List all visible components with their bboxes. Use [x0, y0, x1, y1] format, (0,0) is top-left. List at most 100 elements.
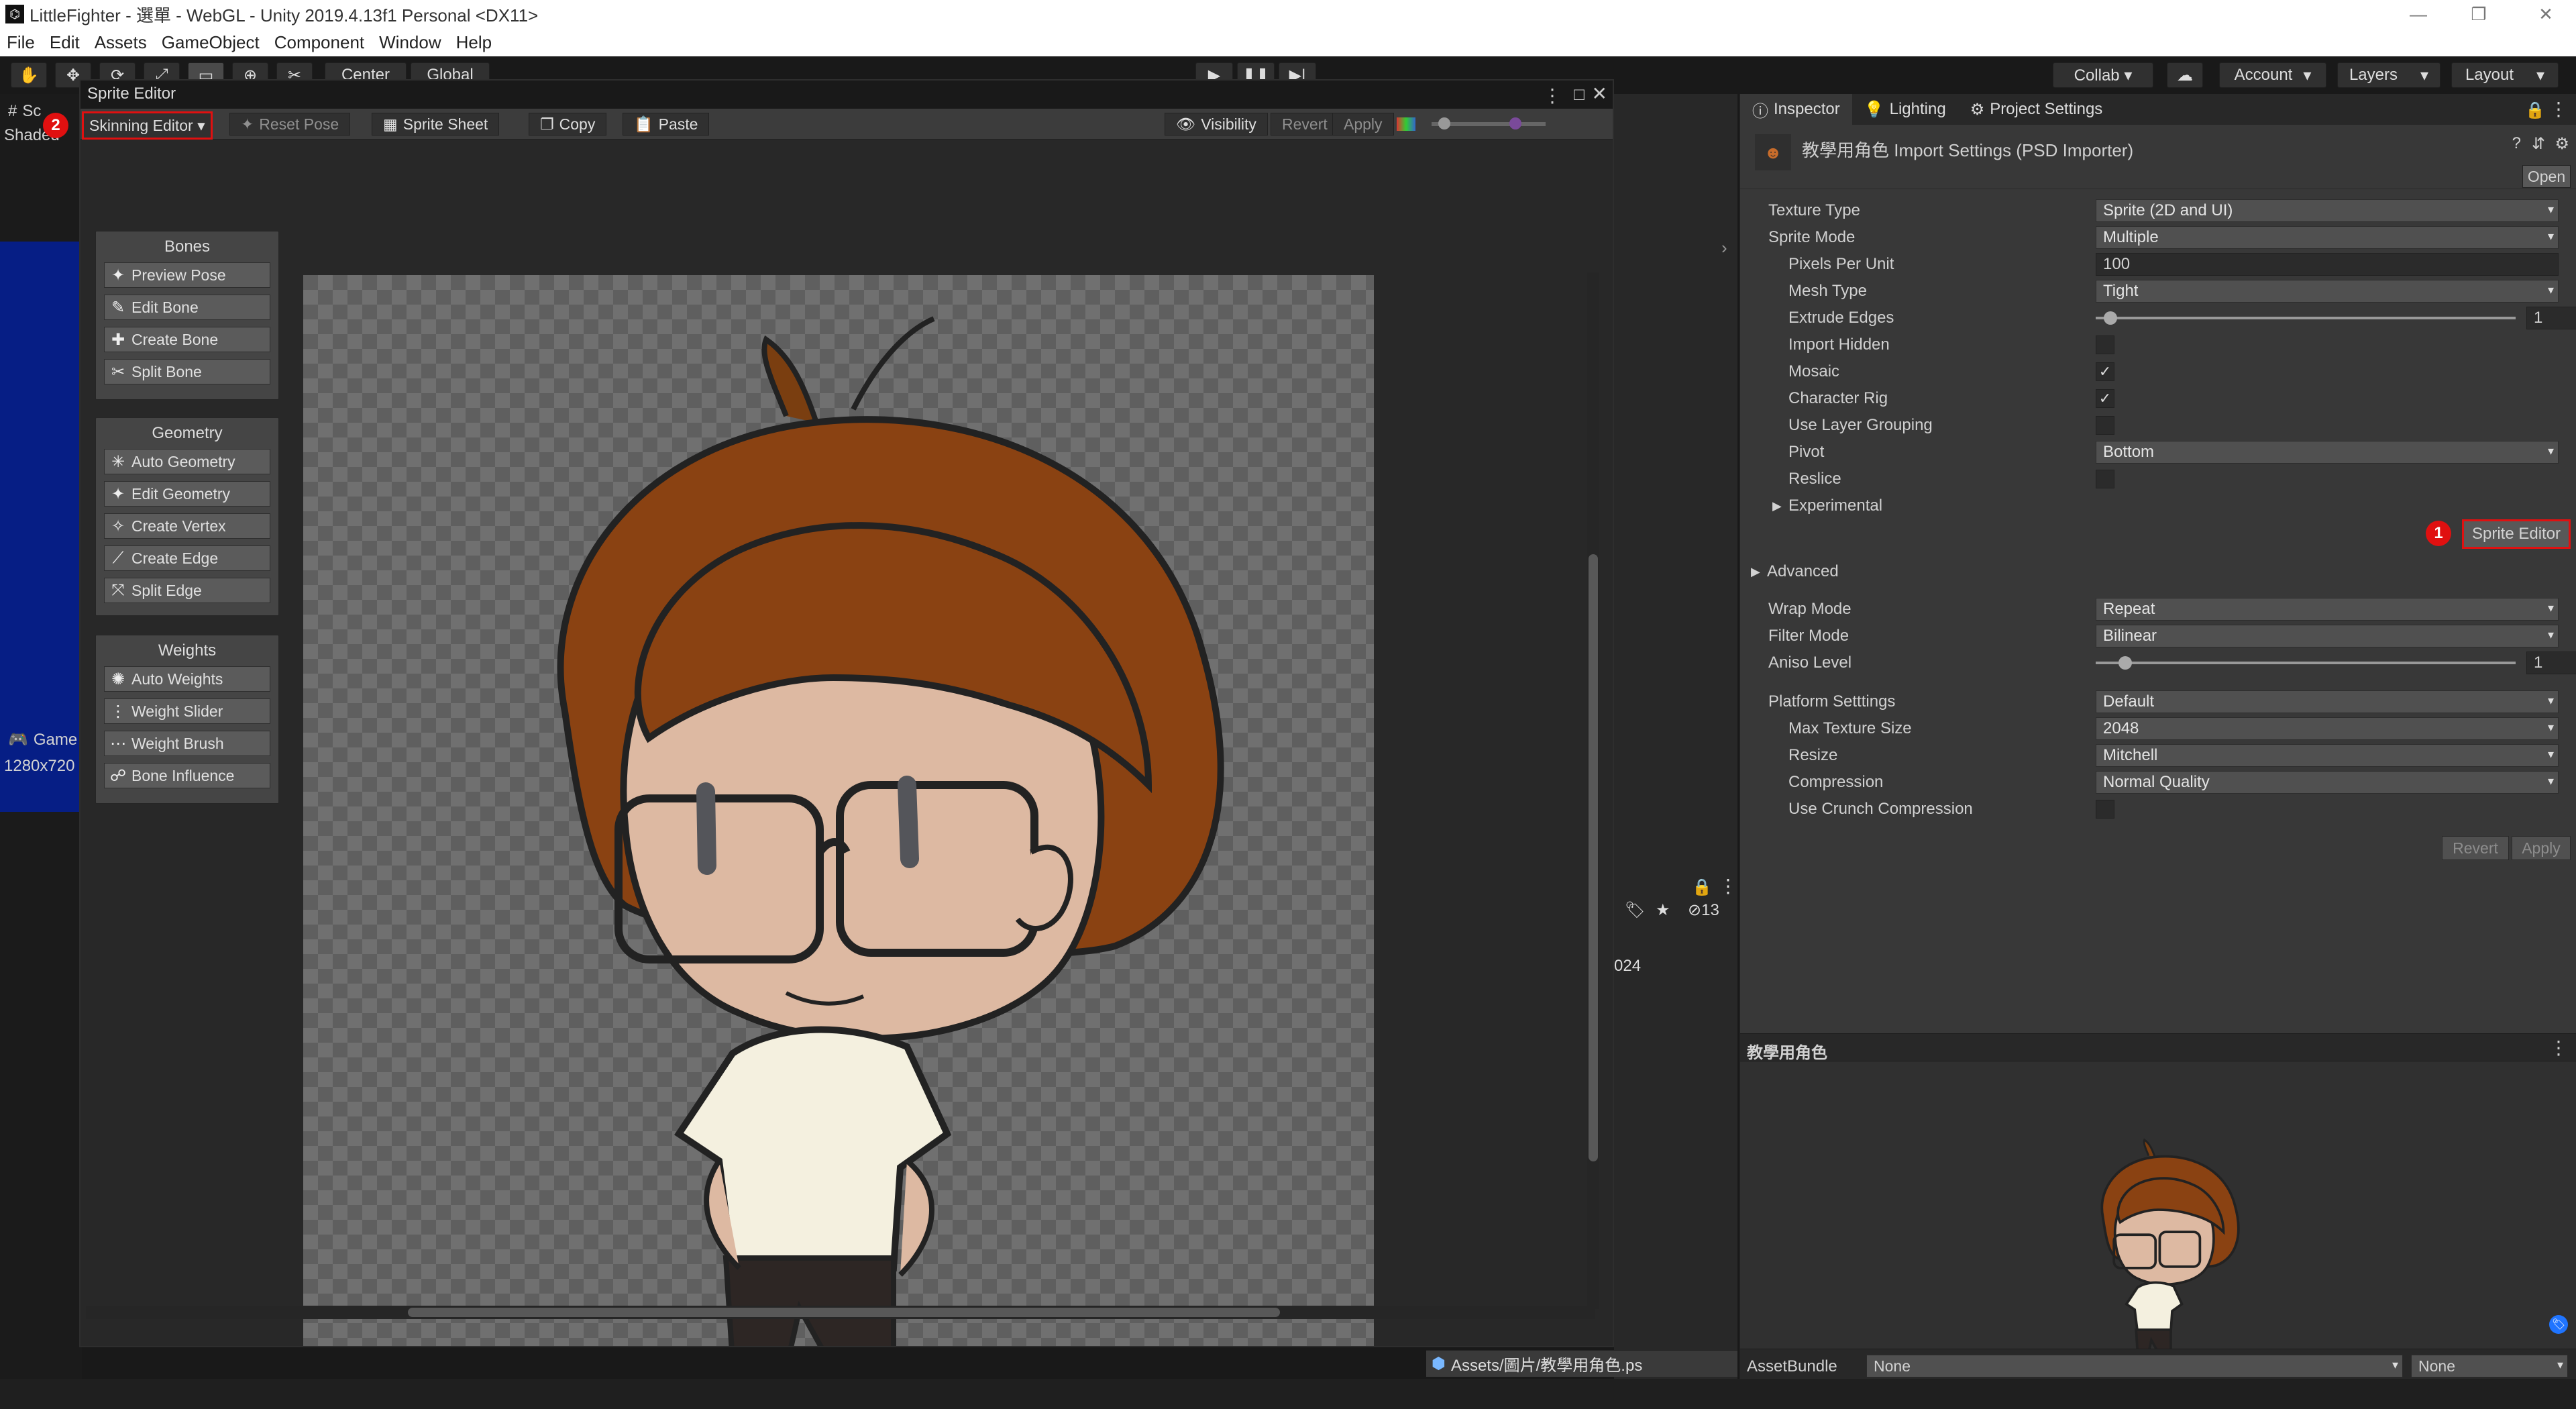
sprite-mode-dropdown[interactable]: Multiple ▾: [2096, 226, 2559, 249]
tab-lighting[interactable]: 💡 Lighting: [1852, 94, 1958, 125]
visibility-button[interactable]: 👁 Visibility: [1165, 113, 1268, 136]
menu-window[interactable]: Window: [379, 32, 441, 53]
close-window-icon[interactable]: ✕: [1592, 83, 1607, 105]
collab-dropdown[interactable]: Collab ▾: [2053, 62, 2153, 88]
horizontal-scrollbar-thumb[interactable]: [408, 1308, 1280, 1317]
close-button[interactable]: ✕: [2522, 3, 2569, 25]
auto-geometry-button[interactable]: ✳ Auto Geometry: [104, 449, 270, 474]
pivot-dropdown[interactable]: Bottom ▾: [2096, 441, 2559, 464]
inspector-more-icon[interactable]: ⋮: [2549, 98, 2568, 120]
mosaic-checkbox[interactable]: ✓: [2096, 362, 2114, 381]
edit-geometry-button[interactable]: ✦ Edit Geometry: [104, 481, 270, 507]
game-tab[interactable]: 🎮 Game: [8, 730, 77, 749]
slider-knob[interactable]: [2104, 311, 2117, 325]
split-edge-button[interactable]: ⤧ Split Edge: [104, 578, 270, 603]
horizontal-scrollbar[interactable]: [86, 1306, 1595, 1319]
more-icon[interactable]: ⋮: [1719, 875, 1737, 897]
cloud-button[interactable]: ☁: [2167, 62, 2203, 88]
layers-dropdown[interactable]: Layers ▾: [2337, 62, 2440, 88]
slider-knob[interactable]: [2118, 656, 2132, 670]
tag-icon[interactable]: 🏷: [1625, 900, 1645, 920]
star-icon[interactable]: ★: [1656, 900, 1670, 920]
pixels-per-unit-input[interactable]: 100: [2096, 253, 2559, 276]
assetbundle-dropdown[interactable]: None ▾: [1866, 1355, 2403, 1377]
bone-influence-button[interactable]: ☍ Bone Influence: [104, 763, 270, 788]
auto-weights-button[interactable]: ✺ Auto Weights: [104, 666, 270, 692]
platform-settings-dropdown[interactable]: Default ▾: [2096, 690, 2559, 713]
transparent-checker-background[interactable]: [303, 275, 1374, 1372]
compression-dropdown[interactable]: Normal Quality ▾: [2096, 771, 2559, 794]
aniso-level-slider[interactable]: 1: [2096, 651, 2576, 674]
revert-settings-button[interactable]: Revert: [2442, 836, 2509, 860]
chevron-right-icon[interactable]: ›: [1721, 238, 1727, 258]
menu-help[interactable]: Help: [456, 32, 492, 53]
lock-icon[interactable]: 🔒: [1692, 878, 1712, 897]
tab-project-settings[interactable]: ⚙ Project Settings: [1958, 94, 2115, 125]
scene-view[interactable]: [0, 242, 82, 812]
open-button[interactable]: Open: [2522, 165, 2571, 188]
sprite-editor-window: Sprite Editor ⋮ □ ✕ 2 Skinning Editor ▾ …: [43, 79, 1614, 1372]
use-crunch-compression-checkbox[interactable]: [2096, 800, 2114, 819]
layout-dropdown[interactable]: Layout ▾: [2451, 62, 2559, 88]
texture-type-dropdown[interactable]: Sprite (2D and UI) ▾: [2096, 199, 2559, 222]
edit-bone-button[interactable]: ✎ Edit Bone: [104, 295, 270, 320]
reslice-checkbox[interactable]: [2096, 470, 2114, 488]
experimental-row[interactable]: ▶ Experimental: [1768, 494, 2564, 518]
preset-icon[interactable]: ⇵: [2532, 134, 2545, 154]
menu-edit[interactable]: Edit: [50, 32, 80, 53]
reset-pose-button[interactable]: ✦ Reset Pose: [229, 113, 351, 136]
asset-label-icon[interactable]: 🏷: [2549, 1315, 2568, 1334]
zoom-slider-knob[interactable]: [1438, 117, 1450, 129]
minimize-button[interactable]: —: [2395, 3, 2442, 25]
color-channel-button[interactable]: [1397, 117, 1415, 131]
vertical-scrollbar[interactable]: [1587, 272, 1599, 1309]
menu-assets[interactable]: Assets: [95, 32, 147, 53]
inspector-lock-icon[interactable]: 🔒: [2525, 101, 2545, 120]
apply-settings-button[interactable]: Apply: [2512, 836, 2571, 860]
resize-dropdown[interactable]: Mitchell ▾: [2096, 744, 2559, 767]
filter-mode-dropdown[interactable]: Bilinear ▾: [2096, 625, 2559, 647]
window-menu-icon[interactable]: ⋮: [1543, 85, 1562, 107]
tab-inspector[interactable]: ⓘ Inspector: [1740, 94, 1852, 125]
split-bone-button[interactable]: ✂ Split Bone: [104, 359, 270, 384]
create-edge-button[interactable]: ⟋ Create Edge: [104, 545, 270, 571]
sprite-canvas-area[interactable]: Bones ✦ Preview Pose ✎ Edit Bone ✚ Create B…: [80, 140, 1603, 1372]
assetbundle-variant-dropdown[interactable]: None ▾: [2411, 1355, 2568, 1377]
sprite-editor-button[interactable]: Sprite Editor: [2462, 519, 2571, 549]
maximize-icon[interactable]: □: [1574, 84, 1585, 105]
weight-slider-button[interactable]: ⋮ Weight Slider: [104, 698, 270, 724]
mipmap-slider-knob[interactable]: [1509, 117, 1521, 129]
wrap-mode-dropdown[interactable]: Repeat ▾: [2096, 598, 2559, 621]
scene-tab[interactable]: # Sc: [8, 102, 41, 121]
sprite-editor-tab[interactable]: Sprite Editor: [87, 85, 176, 103]
paste-button[interactable]: 📋 Paste: [623, 113, 710, 136]
restore-button[interactable]: ❐: [2455, 3, 2502, 25]
menu-file[interactable]: File: [7, 32, 35, 53]
extrude-edges-value[interactable]: 1: [2526, 307, 2576, 329]
menu-component[interactable]: Component: [274, 32, 364, 53]
account-dropdown[interactable]: Account ▾: [2219, 62, 2326, 88]
weight-brush-button[interactable]: ⋯ Weight Brush: [104, 731, 270, 756]
preview-pose-button[interactable]: ✦ Preview Pose: [104, 262, 270, 288]
character-rig-checkbox[interactable]: ✓: [2096, 389, 2114, 408]
help-icon[interactable]: ?: [2512, 134, 2521, 153]
hand-tool-button[interactable]: ✋: [11, 62, 47, 88]
settings-icon[interactable]: ⚙: [2555, 134, 2569, 154]
revert-button[interactable]: Revert: [1271, 113, 1339, 136]
max-texture-size-dropdown[interactable]: 2048 ▾: [2096, 717, 2559, 740]
create-bone-button[interactable]: ✚ Create Bone: [104, 327, 270, 352]
sprite-sheet-button[interactable]: ▦ Sprite Sheet: [372, 113, 500, 136]
mesh-type-dropdown[interactable]: Tight ▾: [2096, 280, 2559, 303]
extrude-edges-slider[interactable]: 1: [2096, 307, 2576, 329]
skinning-editor-dropdown[interactable]: Skinning Editor ▾: [82, 111, 213, 140]
apply-button[interactable]: Apply: [1332, 113, 1394, 136]
advanced-foldout[interactable]: ▶ Advanced: [1751, 560, 2546, 584]
preview-more-icon[interactable]: ⋮: [2549, 1037, 2568, 1059]
import-hidden-checkbox[interactable]: [2096, 335, 2114, 354]
aniso-level-value[interactable]: 1: [2526, 651, 2576, 674]
copy-button[interactable]: ❐ Copy: [529, 113, 607, 136]
menu-gameobject[interactable]: GameObject: [162, 32, 260, 53]
vertical-scrollbar-thumb[interactable]: [1589, 554, 1598, 1161]
use-layer-grouping-checkbox[interactable]: [2096, 416, 2114, 435]
create-vertex-button[interactable]: ✧ Create Vertex: [104, 513, 270, 539]
